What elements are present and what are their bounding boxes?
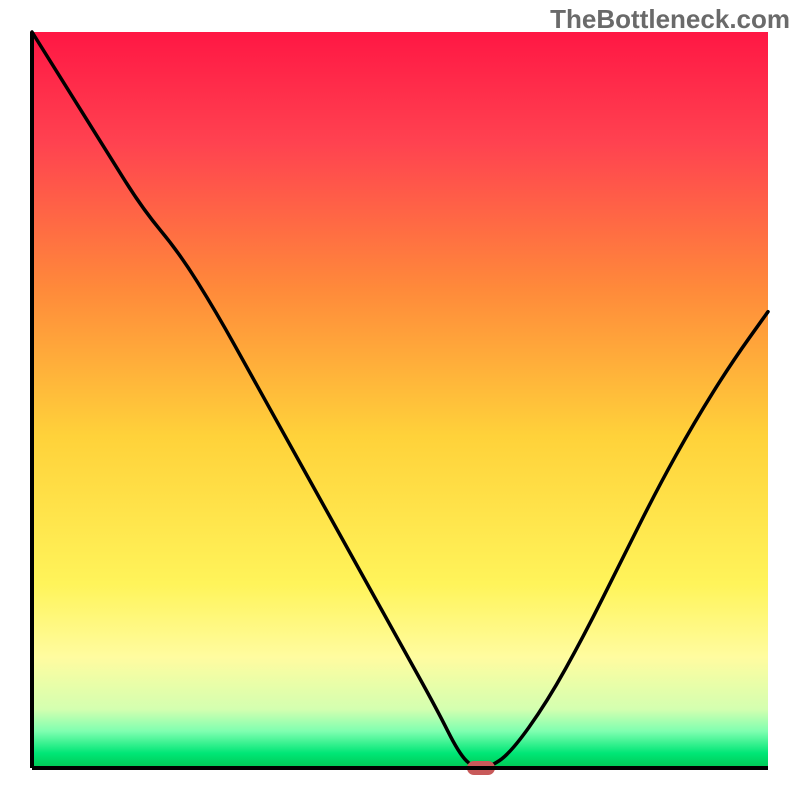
bottleneck-chart: [0, 0, 800, 800]
chart-container: TheBottleneck.com: [0, 0, 800, 800]
watermark-text: TheBottleneck.com: [550, 4, 790, 35]
gradient-background: [32, 32, 768, 768]
